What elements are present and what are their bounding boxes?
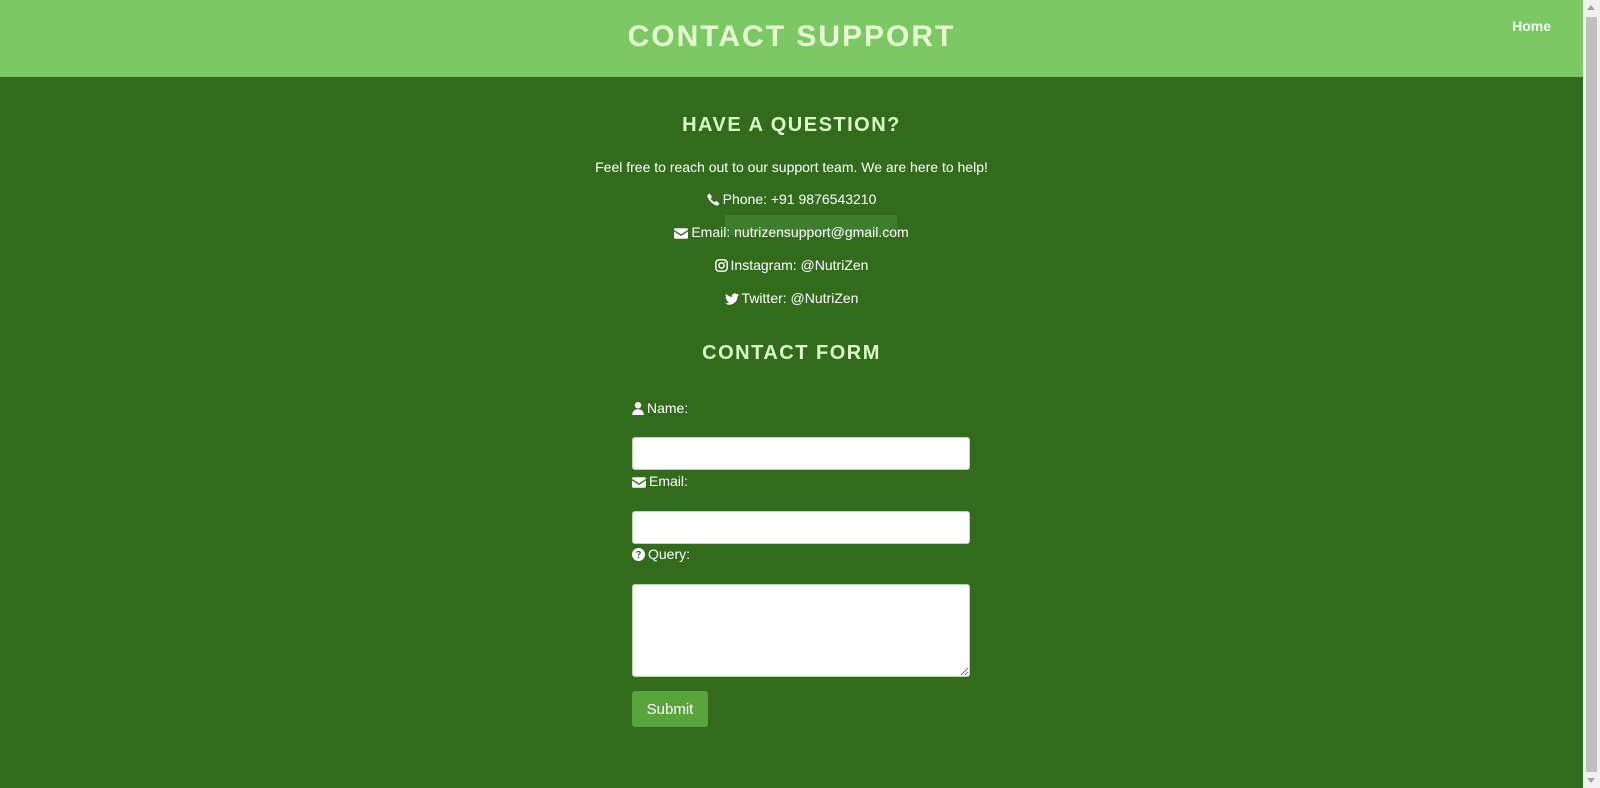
question-circle-icon — [632, 548, 645, 564]
contact-twitter-text: Twitter: @NutriZen — [741, 290, 859, 306]
scrollbar-thumb[interactable] — [1586, 17, 1597, 772]
query-textarea[interactable] — [632, 584, 970, 677]
user-icon — [632, 402, 644, 418]
query-label: Query: — [632, 546, 690, 564]
page-title: CONTACT SUPPORT — [627, 20, 956, 53]
contact-email: Email: nutrizensupport@gmail.com — [0, 224, 1583, 242]
name-input[interactable] — [632, 437, 970, 470]
envelope-icon — [674, 226, 689, 242]
email-label-text: Email: — [649, 473, 688, 489]
contact-instagram-text: Instagram: @NutriZen — [730, 257, 869, 273]
phone-icon — [706, 193, 720, 209]
scroll-up-arrow-icon[interactable] — [1587, 5, 1595, 10]
contact-twitter: Twitter: @NutriZen — [0, 290, 1583, 308]
contact-email-text: Email: nutrizensupport@gmail.com — [691, 224, 909, 240]
contact-phone: Phone: +91 9876543210 — [0, 191, 1583, 209]
scroll-down-arrow-icon[interactable] — [1587, 778, 1595, 783]
page-header: CONTACT SUPPORT Home — [0, 0, 1583, 77]
name-label: Name: — [632, 400, 688, 418]
email-input[interactable] — [632, 511, 970, 544]
home-link[interactable]: Home — [1512, 18, 1551, 34]
instagram-icon — [714, 259, 728, 275]
contact-phone-text: Phone: +91 9876543210 — [722, 191, 877, 207]
envelope-icon — [632, 475, 646, 491]
email-label: Email: — [632, 473, 688, 491]
scrollbar[interactable] — [1583, 0, 1600, 788]
query-label-text: Query: — [648, 546, 691, 562]
contact-instagram: Instagram: @NutriZen — [0, 257, 1583, 275]
name-label-text: Name: — [647, 400, 689, 416]
support-intro-text: Feel free to reach out to our support te… — [595, 159, 988, 175]
twitter-icon — [724, 292, 739, 308]
form-heading: CONTACT FORM — [702, 342, 881, 364]
submit-button[interactable]: Submit — [632, 691, 708, 727]
question-heading: HAVE A QUESTION? — [682, 114, 901, 136]
